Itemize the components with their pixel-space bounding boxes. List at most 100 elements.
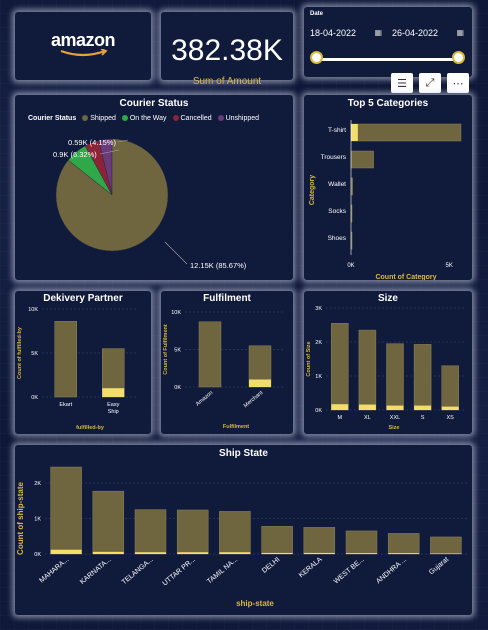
bar-highlight (386, 405, 404, 410)
more-options-icon[interactable]: ⋯ (447, 73, 469, 93)
ship-state-title: Ship State (219, 448, 268, 459)
category-bar-highlight (351, 124, 358, 141)
bar-highlight (358, 404, 376, 410)
end-date-handle[interactable] (452, 51, 465, 64)
bar[interactable] (331, 323, 349, 411)
start-date-handle[interactable] (310, 51, 323, 64)
bar[interactable] (198, 321, 222, 388)
start-date-input[interactable]: 18-04-2022 ▦ (310, 25, 382, 41)
x-tick-label: Merchant (243, 390, 265, 410)
y-tick-label: 5K (31, 351, 38, 357)
calendar-icon[interactable]: ▦ (374, 25, 382, 41)
x-tick-label: Gujarat (428, 556, 450, 576)
x-axis-title: fulfilled-by (76, 425, 105, 431)
legend-item-unshipped[interactable]: Unshipped (226, 115, 259, 122)
bar-highlight (177, 552, 209, 554)
bar-highlight (441, 406, 459, 410)
x-tick-label: DELHI (261, 556, 281, 575)
legend-item-shipped[interactable]: Shipped (90, 115, 116, 122)
legend-swatch-on-the-way (121, 115, 128, 122)
smile-arrow-icon (60, 49, 108, 57)
bar[interactable] (358, 329, 377, 411)
category-label: Wallet (328, 181, 346, 188)
bar-highlight (331, 404, 349, 410)
y-tick-label: 1K (315, 374, 322, 380)
pie-label-on-the-way: 0.9K (6.32%) (53, 150, 97, 159)
x-tick-label: 5K (446, 263, 453, 269)
y-tick-label: 0K (315, 408, 322, 414)
x-axis-title: Size (388, 425, 399, 431)
legend-item-cancelled[interactable]: Cancelled (181, 115, 212, 122)
filter-icon[interactable]: ☰ (391, 73, 413, 93)
x-tick-label: TAMIL NA... (206, 556, 239, 585)
legend-title: Courier Status (28, 115, 77, 122)
x-tick-label: WEST BE... (333, 556, 366, 585)
bar[interactable] (50, 466, 82, 555)
bar[interactable] (219, 511, 251, 555)
bar-highlight (219, 552, 251, 554)
bar[interactable] (345, 530, 378, 555)
courier-status-title: Courier Status (119, 98, 189, 109)
bar[interactable] (441, 365, 459, 411)
kpi-label: Sum of Amount (192, 76, 262, 87)
end-date-input[interactable]: 26-04-2022 ▦ (392, 25, 464, 41)
top-categories-bar-chart[interactable]: T-shirt Trousers Wallet Socks Shoes 0K 5K Count… (304, 110, 472, 280)
y-tick-label: 0K (31, 395, 38, 401)
bar[interactable] (92, 490, 125, 555)
bar[interactable] (134, 509, 167, 555)
y-axis-title: Count of ship-state (16, 482, 25, 555)
x-axis-title: ship-state (236, 599, 274, 608)
y-axis-title: Count of Fulfilment (163, 324, 169, 375)
bar-highlight (92, 551, 124, 554)
x-tick-label: MAHARA... (38, 556, 70, 584)
bar[interactable] (386, 343, 404, 411)
amazon-logo: amazon (15, 30, 151, 59)
ship-state-bar-chart[interactable]: 2K 1K 0KMAHARA... KARNATA... TELANGA... UTTAR… (15, 460, 472, 615)
top-categories-title: Top 5 Categories (347, 98, 429, 109)
y-axis-title: Count of Size (306, 341, 312, 376)
bar[interactable] (430, 536, 462, 555)
expand-icon[interactable]: ⤢ (419, 73, 441, 93)
y-tick-label: 3K (315, 306, 322, 312)
x-tick-label: 0K (347, 263, 354, 269)
kpi-card: 382.38K Sum of Amount (161, 12, 293, 87)
category-bar[interactable] (350, 123, 462, 142)
x-axis-title: Count of Category (375, 274, 436, 280)
y-tick-label: 2K (34, 481, 41, 487)
start-date-value: 18-04-2022 (310, 28, 357, 38)
bar[interactable] (176, 509, 209, 555)
x-tick-label: TELANGA... (121, 556, 155, 586)
bar[interactable] (54, 321, 77, 398)
pie-label-cancelled: 0.59K (4.15%) (68, 138, 116, 147)
fulfilment-bar-chart[interactable]: 10K 5K 0K Amazon Merchant Fulfilment Count of … (161, 305, 293, 433)
calendar-icon[interactable]: ▦ (456, 25, 464, 41)
bar[interactable] (261, 526, 293, 555)
x-tick-label: KARNATA... (79, 556, 113, 586)
x-tick-label: ANDHRA ... (375, 556, 408, 585)
date-range-track[interactable] (318, 58, 458, 61)
delivery-partner-bar-chart[interactable]: 10K 5K 0K Ekart EasyShip fulfilled-by Count of… (15, 305, 151, 433)
bar-highlight (388, 553, 420, 554)
bar[interactable] (413, 344, 432, 411)
bar-highlight (414, 405, 432, 410)
bar-highlight (249, 379, 271, 387)
legend-item-on-the-way[interactable]: On the Way (130, 115, 167, 122)
x-tick-label: Amazon (195, 390, 214, 408)
category-label: Socks (328, 208, 346, 215)
fulfilment-title: Fulfilment (203, 293, 251, 304)
kpi-value: 382.38K (171, 34, 283, 67)
y-axis-title: Count of fulfilled-by (17, 326, 23, 379)
bar-highlight (303, 552, 335, 554)
y-tick-label: 0K (174, 385, 181, 391)
size-bar-chart[interactable]: 3K 2K 1K 0K M XL XXL S XS Size Count of Size (304, 305, 472, 433)
category-label: Trousers (321, 154, 347, 161)
courier-status-pie-chart[interactable]: 12.15K (85.67%) 0.9K (6.32%) 0.59K (4.15%) (15, 130, 293, 280)
size-title: Size (377, 293, 398, 304)
bar[interactable] (303, 527, 336, 555)
y-tick-label: 2K (315, 340, 322, 346)
bar[interactable] (387, 533, 420, 555)
bar-highlight (261, 552, 293, 554)
x-tick-label: Ship (108, 409, 119, 415)
category-bar[interactable] (350, 150, 374, 169)
x-tick-label: UTTAR PR... (162, 556, 197, 587)
